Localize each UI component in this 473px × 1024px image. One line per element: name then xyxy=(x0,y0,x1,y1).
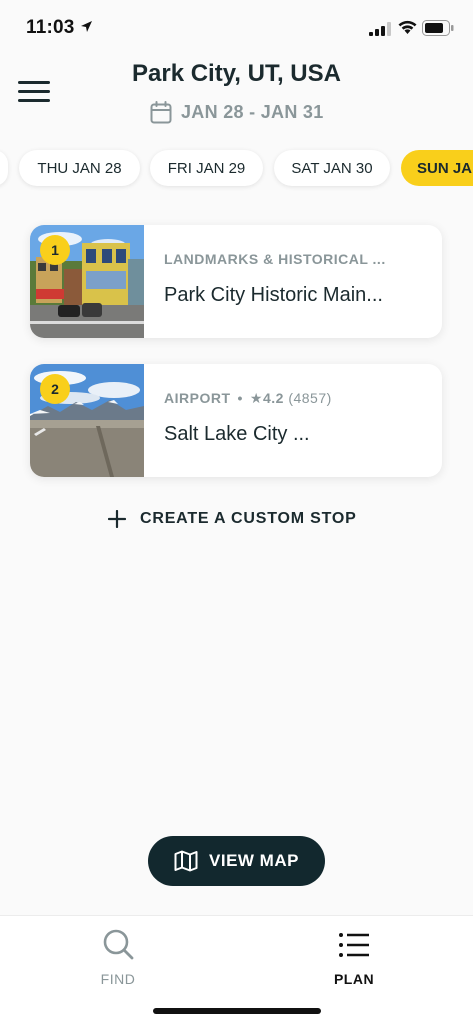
nav-plan[interactable]: PLAN xyxy=(309,928,399,987)
battery-icon xyxy=(422,20,454,36)
wifi-icon xyxy=(398,20,417,34)
stop-category: LANDMARKS & HISTORICAL ... xyxy=(164,251,386,267)
day-tab-thu-jan-28[interactable]: THU JAN 28 xyxy=(19,150,140,186)
day-tab-sun-active[interactable]: SUN JA xyxy=(401,150,473,186)
stop-number-badge: 1 xyxy=(40,235,70,265)
hamburger-icon-bar xyxy=(18,90,50,93)
status-time: 11:03 xyxy=(26,17,75,38)
page-title: Park City, UT, USA xyxy=(132,60,341,87)
stop-rating: ★4.2 xyxy=(249,390,284,406)
map-icon xyxy=(174,850,198,872)
day-tab-previous[interactable] xyxy=(0,150,8,186)
stop-title: Salt Lake City ... xyxy=(164,423,310,445)
nav-find[interactable]: FIND xyxy=(73,928,163,987)
day-tabs: THU JAN 28 FRI JAN 29 SAT JAN 30 SUN JA xyxy=(0,150,473,188)
plus-icon xyxy=(108,510,126,528)
location-arrow-icon xyxy=(81,21,92,32)
list-icon xyxy=(339,933,369,957)
create-custom-stop-button[interactable]: CREATE A CUSTOM STOP xyxy=(108,510,357,528)
calendar-icon xyxy=(150,101,172,124)
status-bar: 11:03 xyxy=(0,0,473,56)
date-range-label: JAN 28 - JAN 31 xyxy=(181,102,324,122)
home-indicator[interactable] xyxy=(153,1008,321,1014)
day-tab-sat-jan-30[interactable]: SAT JAN 30 xyxy=(274,150,390,186)
stop-number-badge: 2 xyxy=(40,374,70,404)
create-custom-stop-label: CREATE A CUSTOM STOP xyxy=(140,510,357,527)
stop-category-row: AIRPORT • ★4.2 (4857) xyxy=(164,390,426,407)
cellular-signal-icon xyxy=(369,22,391,36)
stop-review-count: (4857) xyxy=(288,390,332,406)
stop-category: AIRPORT xyxy=(164,390,231,406)
stop-card[interactable]: 1 LANDMARKS & HISTORICAL ... Park City H… xyxy=(30,225,442,338)
stop-title: Park City Historic Main... xyxy=(164,284,383,306)
search-icon xyxy=(103,929,134,960)
nav-plan-label: PLAN xyxy=(333,971,375,987)
day-tab-fri-jan-29[interactable]: FRI JAN 29 xyxy=(150,150,263,186)
stop-card[interactable]: 2 AIRPORT • ★4.2 (4857) Salt Lake City ... xyxy=(30,364,442,477)
view-map-button[interactable]: VIEW MAP xyxy=(148,836,325,886)
separator-dot: • xyxy=(237,390,243,406)
view-map-label: VIEW MAP xyxy=(209,851,299,870)
date-range[interactable]: JAN 28 - JAN 31 xyxy=(150,101,324,124)
hamburger-icon-bar xyxy=(18,99,50,102)
nav-find-label: FIND xyxy=(100,971,136,987)
